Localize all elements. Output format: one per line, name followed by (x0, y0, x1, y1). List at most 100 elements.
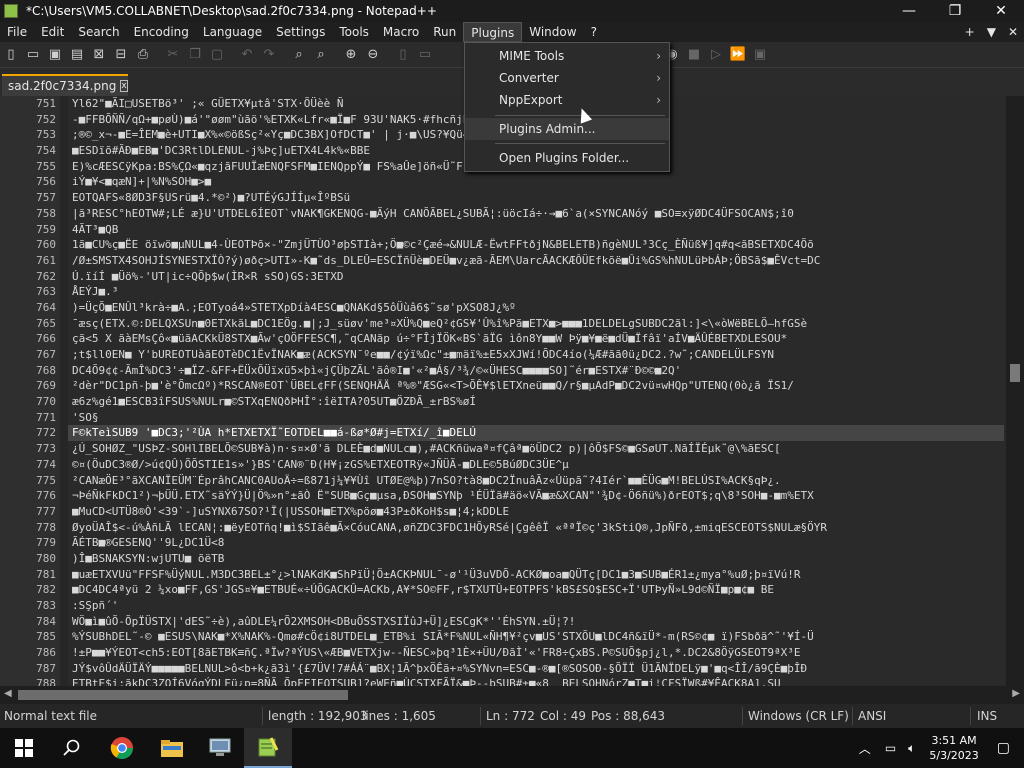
chrome-icon[interactable] (98, 728, 146, 768)
close-document-icon[interactable]: ✕ (1008, 25, 1018, 39)
menu-macro[interactable]: Macro (376, 22, 426, 42)
find-icon[interactable]: ⌕ (288, 45, 310, 65)
text-line[interactable]: ¯æsç(ETX.©:DELQXSUn■0ETXkãL■DC1EÖg.■|;J_… (68, 316, 1004, 332)
text-line[interactable]: )Î■BSNAKSYN:wjUTU■ õëTB (68, 551, 1004, 567)
text-line[interactable]: ØyoÜAÎ$<-ú%ÀñLÃ lECAN¦:■ëyEOTñq!■ì$SIãê■… (68, 520, 1004, 536)
new-file-icon[interactable]: ▯ (0, 45, 22, 65)
scroll-right-icon[interactable]: ▶ (1012, 688, 1020, 699)
text-line[interactable]: 'SO§ (68, 410, 1004, 426)
zoom-in-icon[interactable]: ⊕ (340, 45, 362, 65)
new-tab-icon[interactable]: + (965, 25, 975, 39)
show-hidden-icons-icon[interactable]: ︿ (859, 740, 871, 757)
tab-list-icon[interactable]: ▼ (987, 25, 996, 39)
search-icon[interactable] (48, 728, 96, 768)
text-line[interactable]: ²CANæÖE³°ãXCANÏEÜM¨ÉprâhCANC0AUoÄ÷=ß871j… (68, 473, 1004, 489)
close-button[interactable]: ✕ (978, 0, 1024, 22)
menu-plugins[interactable]: Plugins (463, 22, 523, 42)
notepad-plus-plus-icon[interactable] (244, 728, 292, 768)
document-tab[interactable]: sad.2f0c7334.png x (2, 74, 128, 96)
text-line[interactable]: çã<5 X ãàEMsÇô«■üãACKkÜ8STX■Ãw'çOÖFFESC¶… (68, 331, 1004, 347)
text-line[interactable]: F©kTeìSUB9 '■DC3;'²ÙA h*ETXETXÏ˜EOTDEL■■… (68, 425, 1004, 442)
menu-item-open-plugins-folder[interactable]: Open Plugins Folder... (465, 147, 669, 169)
stop-macro-icon[interactable]: ■ (683, 45, 705, 65)
text-line[interactable]: 4ÃT³■QB (68, 222, 1004, 238)
text-area[interactable]: Yl62"■ÃI□USETBö³' ;« GÜETX¥μtâ'STX·ÕÜèè … (68, 96, 1004, 686)
text-line[interactable]: DC4Õ9¢¢-ÃmÎ%DC3'÷■ÏZ-&FF+ËÜxÕÜïxü5×þì«jÇ… (68, 363, 1004, 379)
status-insert-mode[interactable]: INS (977, 709, 997, 723)
zoom-out-icon[interactable]: ⊖ (362, 45, 384, 65)
maximize-button[interactable]: ❐ (932, 0, 978, 22)
text-line[interactable]: ÃÉTB■®GESENQ''9L¿DC1Ü<8 (68, 535, 1004, 551)
menu-edit[interactable]: Edit (34, 22, 71, 42)
cut-icon[interactable]: ✂ (162, 45, 184, 65)
text-line[interactable]: JÝ$vôÛdÄÜÏÄÝ■■■■■BELNUL>ô<b+k¿ã3ì'{£7ÜV!… (68, 661, 1004, 677)
text-line[interactable]: ;t$ll0EN■ Y'bUREOTUàãEOTèDC1ËvÏNAK■æ(ACK… (68, 347, 1004, 363)
horizontal-scrollbar[interactable]: ◀ ▶ (0, 686, 1024, 704)
status-encoding[interactable]: ANSI (858, 709, 886, 723)
text-line[interactable]: %ÝSUBhDEL˜-© ■ESUS\NAK■*X%NAK%-Qmø#cÖ¢i8… (68, 629, 1004, 645)
minimize-button[interactable]: — (886, 0, 932, 22)
scroll-left-icon[interactable]: ◀ (4, 688, 12, 699)
text-line[interactable]: EOTQAFS«8ØD3F§USrü■4.*©²)■?UTÉýGJÍÍµ«ÎºB… (68, 190, 1004, 206)
menu-settings[interactable]: Settings (269, 22, 332, 42)
network-computer-icon[interactable] (196, 728, 244, 768)
replace-icon[interactable]: ⌕ (310, 45, 332, 65)
close-all-icon[interactable]: ⊟ (110, 45, 132, 65)
clock[interactable]: 3:51 AM 5/3/2023 (929, 733, 978, 763)
network-icon[interactable]: ▭ (885, 741, 896, 755)
text-line[interactable]: :SŞpñ´' (68, 598, 1004, 614)
volume-icon[interactable]: 🔈︎ (908, 741, 915, 756)
menu-item-converter[interactable]: Converter › (465, 67, 669, 89)
text-line[interactable]: ¿Ú_SOHØZ_"USÞZ-SOHlIBELÕ©SUB¥à)n·s¤×Ø'ã … (68, 441, 1004, 457)
save-all-icon[interactable]: ▤ (66, 45, 88, 65)
copy-icon[interactable]: ❐ (184, 45, 206, 65)
text-line[interactable]: WÖ■ì■ûÕ-ÕpÏÜSTX|'dES˜÷è),aûDLE¼rÕ2XMSOH<… (68, 614, 1004, 630)
paste-icon[interactable]: ▢ (206, 45, 228, 65)
text-line[interactable]: ■DC4DC4ªyü 2 ¼xo■FF,GS'JGS¤¥■ETBUÉ«÷ÚÕGA… (68, 582, 1004, 598)
editor[interactable]: 751 752 753 754 755 756 757 758 759 760 761 762 763 7… (0, 96, 1024, 686)
menu-window[interactable]: Window (522, 22, 583, 42)
text-line[interactable]: |ã³RESC°hEOTW#;LÉ æ}U'UTDEL6ÍEOT`vNAK¶GK… (68, 206, 1004, 222)
notifications-icon[interactable]: ▢ (997, 740, 1010, 756)
save-macro-icon[interactable]: ▣ (749, 45, 771, 65)
menu-tools[interactable]: Tools (332, 22, 376, 42)
menu-item-nppexport[interactable]: NppExport › (465, 89, 669, 111)
text-line[interactable]: 1ã■CU%ç■ËE öïwö■µNUL■4-ÙEOTÞõ×-"ZmjÜTÙO³… (68, 237, 1004, 253)
text-line[interactable]: /Ø±SMSTX4SOHJÍSYNESTXÏÒ?ý)øðç>UTI»-K■˜ds… (68, 253, 1004, 269)
redo-icon[interactable]: ↷ (258, 45, 280, 65)
file-explorer-icon[interactable] (148, 728, 196, 768)
tab-close-icon[interactable]: x (120, 80, 128, 92)
text-line[interactable]: )=ÜçÕ■ENÛl³krà÷■A.;EOTyoá4»STETXpDíà4ESC… (68, 300, 1004, 316)
menu-language[interactable]: Language (196, 22, 269, 42)
text-line[interactable]: ÅEÝJ■.³ (68, 284, 1004, 300)
menu-item-mime-tools[interactable]: MIME Tools › (465, 45, 669, 67)
start-icon[interactable] (0, 728, 48, 768)
save-icon[interactable]: ▣ (44, 45, 66, 65)
menu-item-plugins-admin[interactable]: Plugins Admin... (465, 118, 669, 140)
close-file-icon[interactable]: ⊠ (88, 45, 110, 65)
text-line[interactable]: ²dèr"DC1pñ-þ■'è°ÕmcΩº)*RSCAN®EOT`ÜBEL¢FF… (68, 378, 1004, 394)
text-line[interactable]: !±P■■¥ÝEOT<ch5:EOT[8ãETBK≡ñÇ.ªÏw?ªÝUS\«Æ… (68, 645, 1004, 661)
text-line[interactable]: Ú.ïíÍ ■Üö%-'UT|ic÷QÕþ$w(ÌR×R sSO)GS:3ETX… (68, 269, 1004, 285)
text-line[interactable]: ■uæETXVUü"FFSF%ÜýNUL.M3DC3BEL±°¿>lNAKdK■… (68, 567, 1004, 583)
horizontal-scroll-thumb[interactable] (18, 690, 348, 700)
menu-encoding[interactable]: Encoding (127, 22, 196, 42)
open-file-icon[interactable]: ▭ (22, 45, 44, 65)
text-line[interactable]: iÝ■¥<■qæN]+|%N%SOH■>■ (68, 174, 1004, 190)
vertical-scroll-thumb[interactable] (1010, 364, 1020, 382)
text-line[interactable]: ■MuCD<UTÜ8®Ò'<39`-]uSYNX67SO?¹Ï(|USSOH■E… (68, 504, 1004, 520)
run-macro-multiple-icon[interactable]: ⏩ (727, 45, 749, 65)
menu-file[interactable]: File (0, 22, 34, 42)
print-icon[interactable]: ⎙ (132, 45, 154, 65)
vertical-scrollbar[interactable] (1006, 96, 1024, 686)
text-line[interactable]: æ6z%gé1■ESCB3îFSUS%NULr■©STXqENQðÞHÎ°:îë… (68, 394, 1004, 410)
menu-search[interactable]: Search (71, 22, 126, 42)
text-line[interactable]: ETBtE$i;ãkDC3ZQÍ6VóqÝDLEü¿p=8ÑÃ ÕpFFIEOT… (68, 676, 1004, 686)
status-eol[interactable]: Windows (CR LF) (748, 709, 849, 723)
text-line[interactable]: ¬ÞéÑkFkDC1²)¬þÜÜ.ETX˜säÝÝ}Ü|Ö%»n°±ãÒ Ë"S… (68, 488, 1004, 504)
play-macro-icon[interactable]: ▷ (705, 45, 727, 65)
sync-horizontal-icon[interactable]: ▭ (414, 45, 436, 65)
menu-help[interactable]: ? (584, 22, 604, 42)
menu-run[interactable]: Run (426, 22, 463, 42)
text-line[interactable]: ©¤(ÖuDC3®Ø/>ú¢QÛ)ÕÕSTIE1s»'}BS'CAN®¨Ð(H¥… (68, 457, 1004, 473)
